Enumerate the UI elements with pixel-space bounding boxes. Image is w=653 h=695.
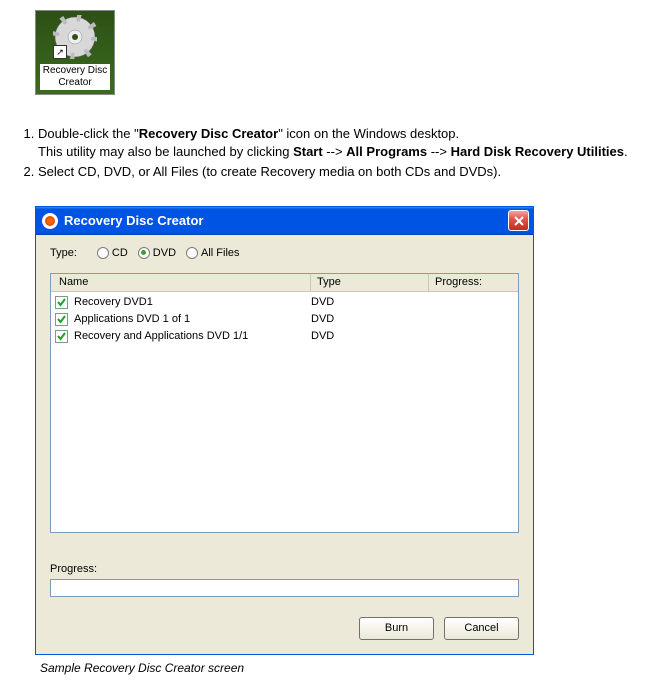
desktop-icon-label: Recovery Disc Creator [40, 64, 110, 90]
burn-button[interactable]: Burn [359, 617, 434, 640]
list-header: Name Type Progress: [51, 274, 518, 292]
radio-cd[interactable]: CD [97, 247, 128, 259]
window-body: Type: CD DVD All Files Name Typ [36, 235, 533, 654]
desktop-icon-area: ↗ Recovery Disc Creator [0, 0, 653, 95]
checkbox[interactable] [55, 330, 68, 343]
close-button[interactable] [508, 210, 529, 231]
close-icon [514, 216, 524, 226]
column-header-progress[interactable]: Progress: [429, 274, 518, 291]
radio-all-files[interactable]: All Files [186, 247, 240, 259]
instruction-step-2: Select CD, DVD, or All Files (to create … [38, 163, 643, 181]
radio-cd-label: CD [112, 247, 128, 259]
row-type: DVD [311, 330, 429, 342]
disc-icon: ↗ [53, 15, 97, 59]
row-type: DVD [311, 296, 429, 308]
app-window: Recovery Disc Creator Type: CD DVD [35, 206, 534, 655]
radio-icon [97, 247, 109, 259]
window-title: Recovery Disc Creator [64, 213, 508, 228]
column-header-type[interactable]: Type [311, 274, 429, 291]
desktop-shortcut[interactable]: ↗ Recovery Disc Creator [35, 10, 115, 95]
caption: Sample Recovery Disc Creator screen [40, 661, 653, 675]
checkbox[interactable] [55, 313, 68, 326]
radio-dvd-label: DVD [153, 247, 176, 259]
checkmark-icon [56, 314, 67, 325]
disc-list: Name Type Progress: Recovery DVD1 DVD Ap… [50, 273, 519, 533]
shortcut-arrow-icon: ↗ [53, 45, 67, 59]
checkbox[interactable] [55, 296, 68, 309]
checkmark-icon [56, 297, 67, 308]
progress-label: Progress: [50, 563, 519, 575]
radio-dvd[interactable]: DVD [138, 247, 176, 259]
progress-section: Progress: [50, 563, 519, 597]
checkmark-icon [56, 331, 67, 342]
type-selector-row: Type: CD DVD All Files [50, 247, 519, 259]
cancel-button[interactable]: Cancel [444, 617, 519, 640]
instruction-step-1: Double-click the "Recovery Disc Creator"… [38, 125, 643, 161]
list-item[interactable]: Recovery DVD1 DVD [51, 294, 518, 311]
row-name: Recovery DVD1 [74, 296, 311, 308]
title-bar[interactable]: Recovery Disc Creator [36, 207, 533, 235]
column-header-name[interactable]: Name [51, 274, 311, 291]
radio-all-label: All Files [201, 247, 240, 259]
row-type: DVD [311, 313, 429, 325]
row-name: Applications DVD 1 of 1 [74, 313, 311, 325]
progress-bar [50, 579, 519, 597]
row-name: Recovery and Applications DVD 1/1 [74, 330, 311, 342]
instructions: Double-click the "Recovery Disc Creator"… [0, 95, 653, 194]
radio-icon [186, 247, 198, 259]
list-item[interactable]: Recovery and Applications DVD 1/1 DVD [51, 328, 518, 345]
radio-icon [138, 247, 150, 259]
app-icon [42, 213, 58, 229]
list-body: Recovery DVD1 DVD Applications DVD 1 of … [51, 292, 518, 347]
list-item[interactable]: Applications DVD 1 of 1 DVD [51, 311, 518, 328]
button-row: Burn Cancel [50, 617, 519, 640]
type-label: Type: [50, 247, 77, 259]
